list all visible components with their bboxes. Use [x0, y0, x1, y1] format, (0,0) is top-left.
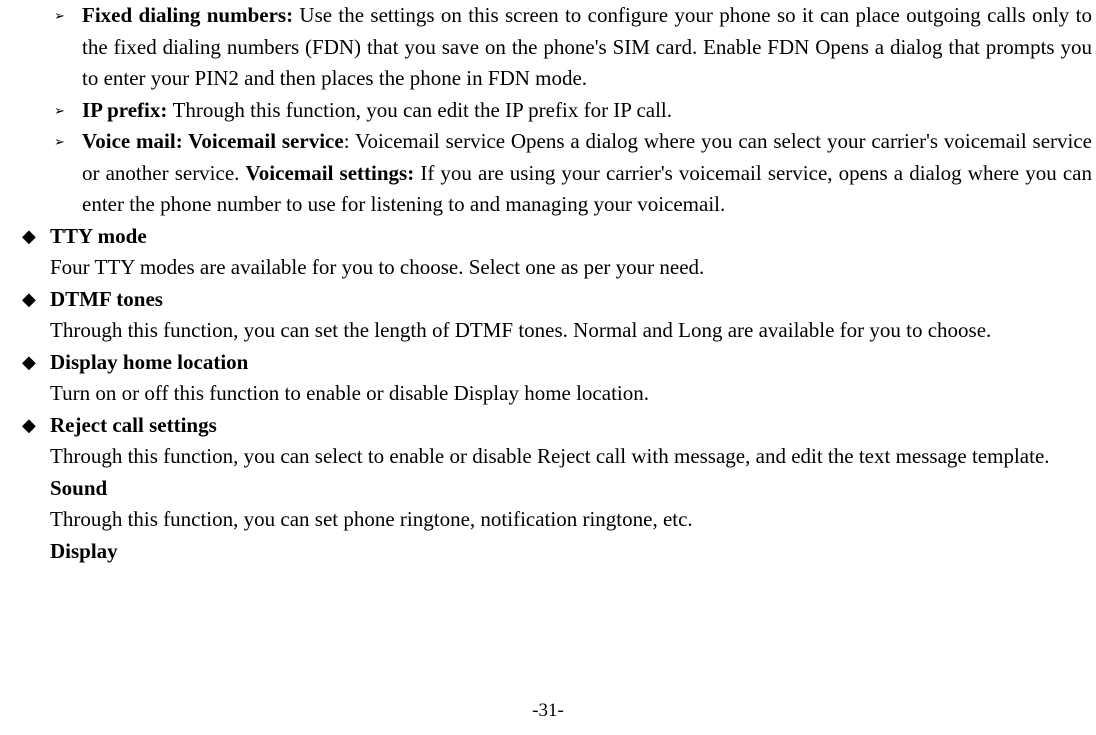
fdn-label: Fixed dialing numbers: — [82, 3, 299, 27]
list-item-voicemail: ➢ Voice mail: Voicemail service: Voicema… — [54, 126, 1092, 221]
list-item-dtmf: ◆ DTMF tones Through this function, you … — [22, 284, 1092, 347]
page-number: -31- — [0, 697, 1096, 726]
arrow-icon: ➢ — [54, 0, 82, 26]
tty-body: Four TTY modes are available for you to … — [50, 255, 704, 279]
ip-label: IP prefix: — [82, 98, 173, 122]
display-label: Display — [50, 539, 118, 563]
vm-label2: Voicemail settings: — [246, 161, 421, 185]
voicemail-text: Voice mail: Voicemail service: Voicemail… — [82, 126, 1092, 221]
tty-label: TTY mode — [50, 224, 147, 248]
dtmf-body: Through this function, you can set the l… — [50, 318, 991, 342]
list-item-ip: ➢ IP prefix: Through this function, you … — [54, 95, 1092, 127]
dhl-label: Display home location — [50, 350, 248, 374]
diamond-icon: ◆ — [22, 347, 50, 376]
dhl-block: Display home location Turn on or off thi… — [50, 347, 1092, 410]
dtmf-label: DTMF tones — [50, 287, 163, 311]
list-item-tty: ◆ TTY mode Four TTY modes are available … — [22, 221, 1092, 284]
diamond-icon: ◆ — [22, 410, 50, 439]
dhl-body: Turn on or off this function to enable o… — [50, 381, 649, 405]
sound-block: Sound Through this function, you can set… — [50, 473, 1092, 536]
list-item-reject: ◆ Reject call settings Through this func… — [22, 410, 1092, 473]
list-item-dhl: ◆ Display home location Turn on or off t… — [22, 347, 1092, 410]
arrow-icon: ➢ — [54, 126, 82, 152]
list-item-fdn: ➢ Fixed dialing numbers: Use the setting… — [54, 0, 1092, 95]
arrow-icon: ➢ — [54, 95, 82, 121]
vm-label1: Voice mail: Voicemail service — [82, 129, 344, 153]
reject-body: Through this function, you can select to… — [50, 444, 1050, 468]
diamond-icon: ◆ — [22, 284, 50, 313]
tty-block: TTY mode Four TTY modes are available fo… — [50, 221, 1092, 284]
sound-label: Sound — [50, 476, 107, 500]
diamond-icon: ◆ — [22, 221, 50, 250]
sound-body: Through this function, you can set phone… — [50, 507, 693, 531]
reject-label: Reject call settings — [50, 413, 217, 437]
fdn-text: Fixed dialing numbers: Use the settings … — [82, 0, 1092, 95]
dtmf-block: DTMF tones Through this function, you ca… — [50, 284, 1092, 347]
reject-block: Reject call settings Through this functi… — [50, 410, 1092, 473]
display-block: Display — [50, 536, 1092, 568]
ip-text: IP prefix: Through this function, you ca… — [82, 95, 1092, 127]
ip-body: Through this function, you can edit the … — [173, 98, 672, 122]
